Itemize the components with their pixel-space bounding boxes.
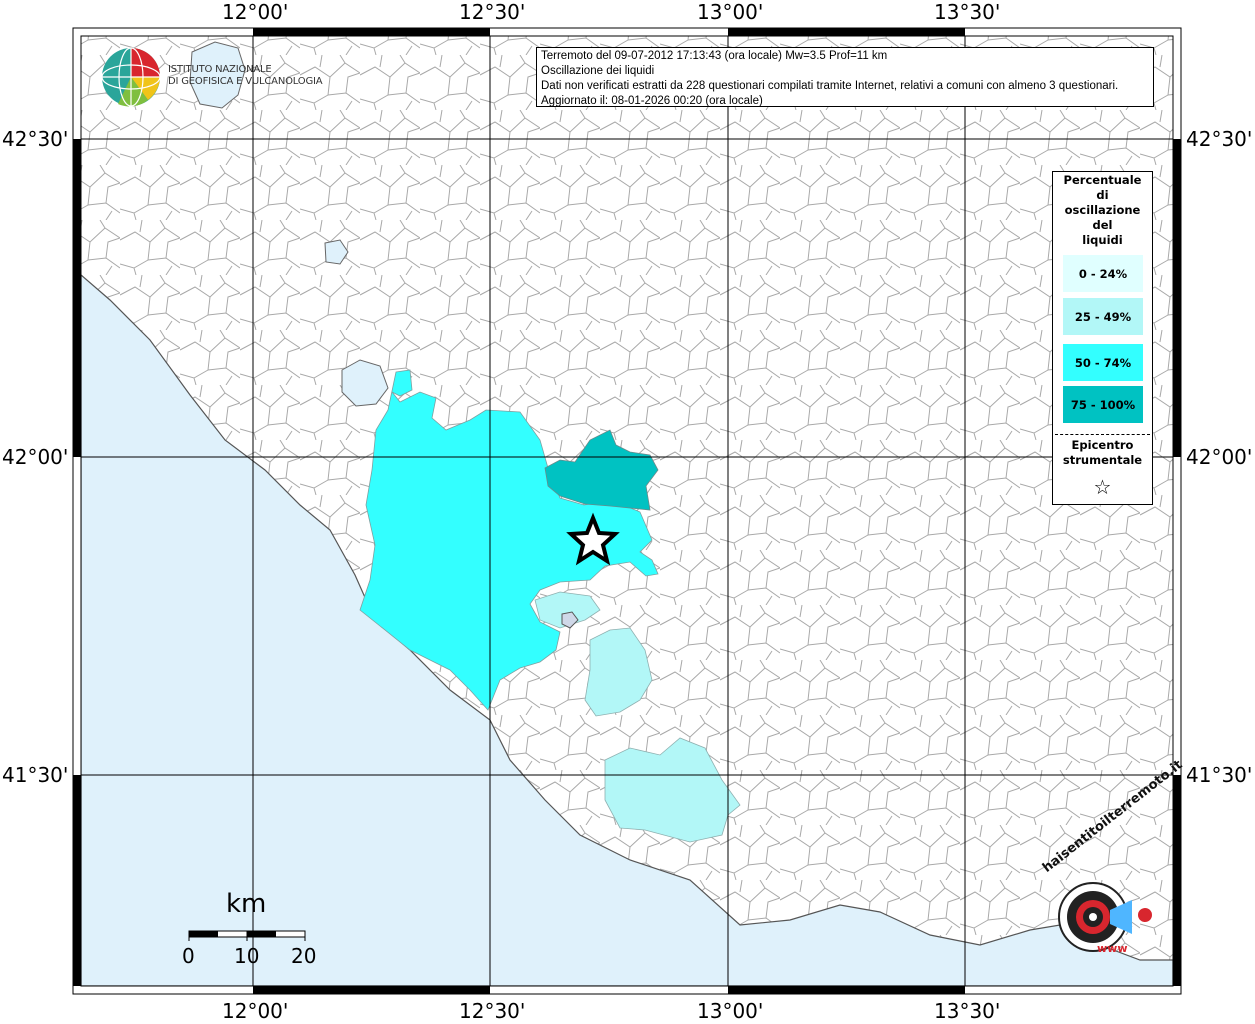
legend-title-line: di <box>1096 188 1109 202</box>
legend-class-2: 50 - 74% <box>1063 344 1143 381</box>
scale-label: 10 <box>234 944 260 968</box>
legend-class-1: 25 - 49% <box>1063 298 1143 335</box>
bottom-tick-label: 12°00' <box>222 999 289 1023</box>
scale-unit: km <box>226 889 267 919</box>
left-tick-label: 42°30' <box>2 127 69 151</box>
legend-epicenter-label: Epicentro strumentale <box>1053 438 1152 468</box>
left-tick-label: 42°00' <box>2 445 69 469</box>
scale-label: 0 <box>182 944 195 968</box>
left-tick-label: 41°30' <box>2 763 69 787</box>
legend-title: Percentuale di oscillazione del liquidi <box>1053 173 1152 248</box>
bottom-tick-label: 13°00' <box>697 999 764 1023</box>
legend-epicenter-line1: Epicentro <box>1071 438 1134 452</box>
bottom-tick-label: 13°30' <box>934 999 1001 1023</box>
event-info-box: Terremoto del 09-07-2012 17:13:43 (ora l… <box>536 47 1154 107</box>
legend-title-line: oscillazione <box>1064 203 1141 217</box>
ingv-logo-line1: ISTITUTO NAZIONALE <box>168 64 272 75</box>
event-info-line1: Terremoto del 09-07-2012 17:13:43 (ora l… <box>541 50 888 62</box>
event-info-line2: Oscillazione dei liquidi <box>541 65 655 77</box>
ingv-globe-icon <box>101 47 161 107</box>
top-tick-label: 12°00' <box>222 0 289 24</box>
legend-title-line: del <box>1092 218 1113 232</box>
event-info-line3: Dati non verificati estratti da 228 ques… <box>541 80 1119 92</box>
right-tick-label: 41°30' <box>1186 763 1253 787</box>
legend-title-line: Percentuale <box>1063 173 1142 187</box>
legend-title-line: liquidi <box>1082 233 1123 247</box>
right-tick-label: 42°00' <box>1186 445 1253 469</box>
ingv-logo-line2: DI GEOFISICA E VULCANOLOGIA <box>168 76 323 87</box>
badge-text-bottom: www <box>1097 942 1128 955</box>
legend-class-3: 75 - 100% <box>1063 386 1143 423</box>
top-tick-label: 12°30' <box>459 0 526 24</box>
event-info-line4: Aggiornato il: 08-01-2026 00:20 (ora loc… <box>541 95 763 107</box>
legend-star-icon: ☆ <box>1093 475 1112 499</box>
legend-divider <box>1055 434 1150 435</box>
scale-label: 20 <box>291 944 317 968</box>
bottom-tick-label: 12°30' <box>459 999 526 1023</box>
map-canvas <box>72 27 1182 995</box>
top-tick-label: 13°30' <box>934 0 1001 24</box>
top-tick-label: 13°00' <box>697 0 764 24</box>
right-tick-label: 42°30' <box>1186 127 1253 151</box>
legend-epicenter-line2: strumentale <box>1062 453 1143 467</box>
scale-bar <box>188 930 306 941</box>
legend-class-0: 0 - 24% <box>1063 255 1143 292</box>
ingv-logo-text: ISTITUTO NAZIONALE DI GEOFISICA E VULCAN… <box>168 64 323 88</box>
legend: Percentuale di oscillazione del liquidi … <box>1052 171 1153 505</box>
